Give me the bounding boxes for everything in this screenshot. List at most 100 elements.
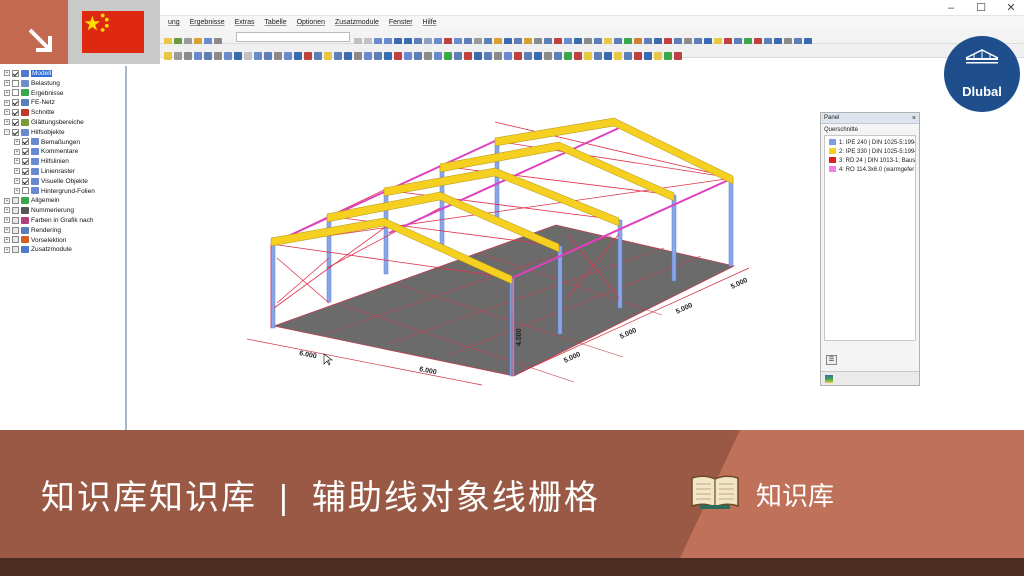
- navigator-item-label: Allgemein: [31, 197, 60, 205]
- item-checkbox[interactable]: [12, 108, 19, 116]
- legend-item: 1: IPE 240 | DIN 1025-5:1994: [825, 139, 915, 148]
- item-checkbox[interactable]: [22, 148, 29, 156]
- toolbar-second-icons[interactable]: [164, 47, 684, 60]
- expand-icon[interactable]: +: [4, 99, 10, 106]
- navigator-item[interactable]: + Vorselektion: [4, 236, 66, 245]
- navigator-item[interactable]: + Ergebnisse: [4, 89, 64, 98]
- toolbar-top: [160, 30, 1024, 46]
- item-checkbox[interactable]: [12, 89, 19, 97]
- legend-item: 3: RD 24 | DIN 1013-1; Baust: [825, 157, 915, 166]
- panel-title-bar: Panel ×: [821, 113, 919, 124]
- item-checkbox[interactable]: [12, 69, 19, 77]
- navigator-item-label: Hintergrund-Folien: [41, 187, 95, 195]
- panel-settings-button[interactable]: ☰: [826, 355, 837, 365]
- menu-item-ergebnisse[interactable]: Ergebnisse: [190, 16, 225, 30]
- item-checkbox[interactable]: [12, 79, 19, 87]
- china-flag-icon[interactable]: [82, 11, 144, 53]
- dim-label-width-right: 6.000: [419, 366, 438, 376]
- banner-title-left: 知识库知识库: [41, 479, 257, 517]
- item-icon: [21, 216, 29, 224]
- bridge-icon: [965, 49, 999, 64]
- navigator-item[interactable]: + Farben in Grafik nach: [4, 216, 94, 225]
- expand-icon[interactable]: +: [4, 197, 10, 204]
- item-checkbox[interactable]: [12, 118, 19, 126]
- expand-icon[interactable]: +: [14, 158, 20, 165]
- navigator-item[interactable]: + Allgemein: [4, 196, 60, 205]
- navigator-item-label: Belastung: [31, 79, 60, 87]
- item-checkbox[interactable]: [12, 99, 19, 107]
- navigator-item[interactable]: − Hilfsobjekte: [4, 128, 65, 137]
- item-checkbox[interactable]: [12, 197, 19, 205]
- expand-icon[interactable]: +: [4, 207, 10, 214]
- dim-label-bay-1: 5.000: [563, 351, 582, 365]
- panel-close-icon[interactable]: ×: [912, 113, 916, 124]
- dim-label-bay-3: 5.000: [675, 302, 694, 316]
- item-checkbox[interactable]: [22, 187, 29, 195]
- navigator-item[interactable]: + Bemaßungen: [14, 138, 80, 147]
- expand-icon[interactable]: +: [4, 217, 10, 224]
- item-checkbox[interactable]: [12, 206, 19, 214]
- item-checkbox[interactable]: [12, 236, 19, 244]
- legend-label: 4: RO 114.3x6.0 (warmgefer: [839, 167, 915, 173]
- item-icon: [21, 99, 29, 107]
- navigator-item[interactable]: + Visuelle Objekte: [14, 177, 88, 186]
- expand-icon[interactable]: +: [14, 187, 20, 194]
- item-checkbox[interactable]: [12, 216, 19, 224]
- menu-item-optionen[interactable]: Optionen: [297, 16, 325, 30]
- navigator-item-label: Schnitte: [31, 109, 55, 117]
- legend-swatch: [829, 157, 836, 164]
- navigator-item[interactable]: + Nummerierung: [4, 206, 74, 215]
- menu-item-hilfe[interactable]: Hilfe: [423, 16, 437, 30]
- item-checkbox[interactable]: [22, 177, 29, 185]
- item-checkbox[interactable]: [12, 128, 19, 136]
- expand-icon[interactable]: +: [4, 80, 10, 87]
- expand-icon[interactable]: +: [4, 227, 10, 234]
- expand-icon[interactable]: +: [4, 89, 10, 96]
- menu-item-extras[interactable]: Extras: [235, 16, 255, 30]
- navigator-item[interactable]: + Kommentare: [14, 147, 78, 156]
- expand-icon[interactable]: +: [4, 70, 10, 77]
- panel-title: Panel: [824, 115, 840, 121]
- toolbar-top-icons-left[interactable]: [164, 33, 224, 46]
- menu-item-berechnung[interactable]: ung: [168, 16, 180, 30]
- item-checkbox[interactable]: [12, 226, 19, 234]
- expand-icon[interactable]: −: [4, 129, 10, 136]
- item-checkbox[interactable]: [22, 167, 29, 175]
- toolbar-top-icons-mid[interactable]: [354, 33, 814, 46]
- navigator-item[interactable]: + Belastung: [4, 79, 60, 88]
- navigator-item[interactable]: + Linienraster: [14, 167, 75, 176]
- expand-icon[interactable]: +: [4, 109, 10, 116]
- item-checkbox[interactable]: [22, 138, 29, 146]
- navigator-item-label: Vorselektion: [31, 236, 67, 244]
- navigator-item[interactable]: + Rendering: [4, 226, 61, 235]
- navigator-item[interactable]: + Hintergrund-Folien: [14, 187, 95, 196]
- navigator-item[interactable]: + Zusatzmodule: [4, 245, 72, 254]
- close-button[interactable]: ✕: [996, 0, 1024, 16]
- maximize-button[interactable]: ☐: [966, 0, 996, 16]
- navigator-item-label: Visuelle Objekte: [41, 177, 88, 185]
- navigator-item[interactable]: + Hilfslinien: [14, 157, 69, 166]
- navigator-item[interactable]: + Schnitte: [4, 108, 55, 117]
- item-icon: [31, 138, 39, 146]
- loadcase-combo[interactable]: [236, 32, 350, 42]
- expand-icon[interactable]: +: [14, 148, 20, 155]
- menu-item-fenster[interactable]: Fenster: [389, 16, 413, 30]
- item-icon: [31, 187, 39, 195]
- menu-item-tabelle[interactable]: Tabelle: [264, 16, 286, 30]
- expand-icon[interactable]: +: [14, 178, 20, 185]
- minimize-button[interactable]: –: [936, 0, 966, 16]
- expand-icon[interactable]: +: [4, 236, 10, 243]
- expand-icon[interactable]: +: [14, 168, 20, 175]
- navigator-item[interactable]: + Modell: [4, 69, 53, 78]
- menu-item-zusatzmodule[interactable]: Zusatzmodule: [335, 16, 379, 30]
- floor-slab: [272, 224, 736, 377]
- item-checkbox[interactable]: [12, 246, 19, 254]
- expand-icon[interactable]: +: [4, 119, 10, 126]
- color-scale-icon[interactable]: [825, 375, 833, 383]
- expand-icon[interactable]: +: [14, 138, 20, 145]
- item-checkbox[interactable]: [22, 157, 29, 165]
- item-icon: [21, 108, 29, 116]
- navigator-item[interactable]: + FE-Netz: [4, 98, 55, 107]
- expand-icon[interactable]: +: [4, 246, 10, 253]
- navigator-item[interactable]: + Glättungsbereiche: [4, 118, 84, 127]
